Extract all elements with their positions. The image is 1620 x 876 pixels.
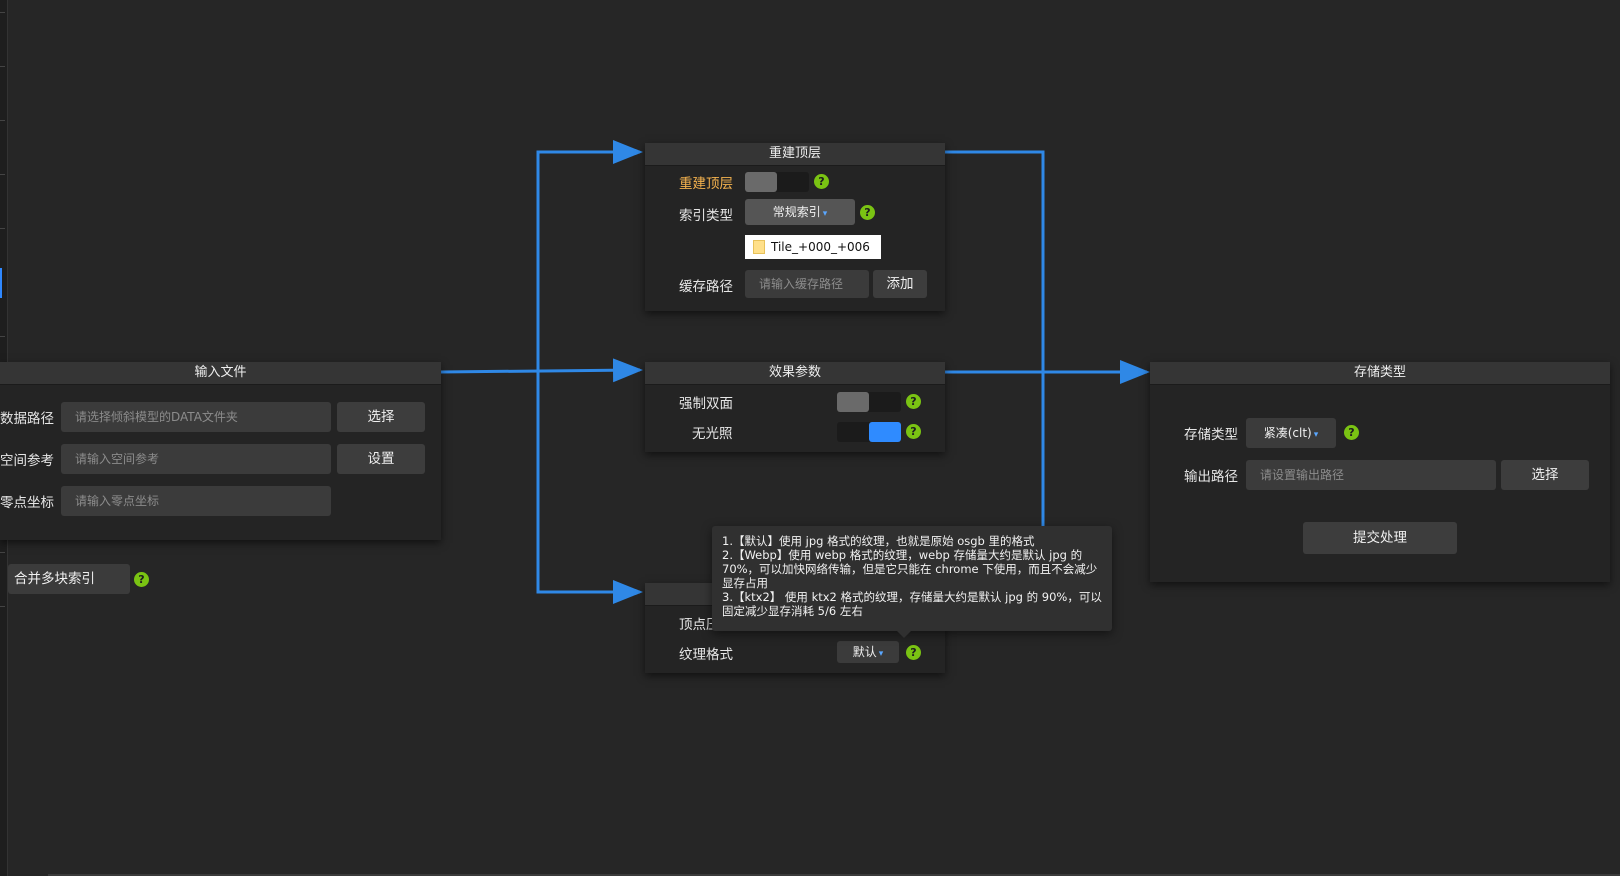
rebuild-top-label: 重建顶层 (679, 176, 733, 192)
toolbar-divider (0, 552, 5, 553)
chevron-down-icon: ▾ (822, 209, 828, 219)
cache-path-input[interactable]: 请输入缓存路径 (745, 270, 869, 298)
output-path-input[interactable]: 请设置输出路径 (1246, 460, 1496, 490)
help-icon[interactable]: ? (906, 645, 921, 660)
toggle-knob (869, 422, 901, 442)
data-path-label: 数据路径 (0, 411, 54, 427)
index-type-select[interactable]: 常规索引 ▾ (745, 199, 855, 225)
merge-multi-index-toggle[interactable]: 合并多块索引 (8, 564, 130, 594)
help-icon[interactable]: ? (134, 572, 149, 587)
toggle-knob (837, 392, 869, 412)
spatial-ref-input[interactable]: 请输入空间参考 (61, 444, 331, 474)
select-data-button[interactable]: 选择 (337, 402, 425, 432)
merge-label: 合并多块索引 (14, 571, 95, 587)
tooltip-line-3: 3.【ktx2】 使用 ktx2 格式的纹理，存储量大约是默认 jpg 的 90… (722, 590, 1102, 618)
double-side-toggle[interactable] (837, 392, 901, 412)
chevron-down-icon: ▾ (878, 649, 884, 659)
tooltip-arrow (897, 631, 911, 638)
toolbar-divider (0, 12, 5, 13)
texture-format-tooltip: 1.【默认】使用 jpg 格式的纹理，也就是原始 osgb 里的格式 2.【We… (712, 526, 1112, 638)
help-icon[interactable]: ? (906, 394, 921, 409)
link-rebuild-out (945, 150, 1045, 372)
chevron-down-icon: ▾ (1313, 430, 1319, 440)
storage-type-select[interactable]: 紧凑(clt) ▾ (1246, 418, 1336, 448)
node-title: 输入文件 (0, 362, 441, 385)
no-light-toggle[interactable] (837, 422, 901, 442)
texture-format-select[interactable]: 默认 ▾ (837, 641, 899, 663)
zero-point-label: 零点坐标 (0, 495, 54, 511)
data-path-input[interactable]: 请选择倾斜模型的DATA文件夹 (61, 402, 331, 432)
folder-icon (753, 240, 765, 254)
toolbar-divider (0, 606, 5, 607)
cache-path-label: 缓存路径 (679, 279, 733, 295)
double-side-label: 强制双面 (679, 396, 733, 412)
index-type-label: 索引类型 (679, 208, 733, 224)
output-path-label: 输出路径 (1184, 469, 1238, 485)
submit-button[interactable]: 提交处理 (1303, 522, 1457, 554)
rebuild-top-toggle[interactable] (745, 172, 809, 192)
node-title: 重建顶层 (645, 143, 945, 166)
rebuild-top-node: 重建顶层 重建顶层 ? 索引类型 常规索引 ▾ ? Tile_+000_+006 … (645, 143, 945, 311)
tooltip-line-1: 1.【默认】使用 jpg 格式的纹理，也就是原始 osgb 里的格式 (722, 534, 1035, 548)
tile-list-item[interactable]: Tile_+000_+006 (745, 235, 881, 259)
help-icon[interactable]: ? (1344, 425, 1359, 440)
link-input-to-rebuild (536, 140, 643, 372)
toolbar-divider (0, 66, 5, 67)
zero-point-input[interactable]: 请输入零点坐标 (61, 486, 331, 516)
tooltip-line-2: 2.【Webp】使用 webp 格式的纹理，webp 存储量大约是默认 jpg … (722, 548, 1098, 590)
link-input-to-effect (439, 358, 643, 383)
help-icon[interactable]: ? (814, 174, 829, 189)
toolbar-divider (0, 228, 5, 229)
input-file-node: 输入文件 数据路径 请选择倾斜模型的DATA文件夹 选择 空间参考 请输入空间参… (0, 362, 441, 540)
effect-params-node: 效果参数 强制双面 ? 无光照 ? (645, 362, 945, 452)
toolbar-active-indicator (0, 268, 2, 298)
toggle-knob (745, 172, 777, 192)
index-type-value: 常规索引 (772, 205, 821, 219)
toolbar-divider (0, 174, 5, 175)
storage-type-label: 存储类型 (1184, 427, 1238, 443)
tile-name: Tile_+000_+006 (771, 240, 870, 254)
texture-format-label: 纹理格式 (679, 647, 733, 663)
link-input-to-texture (536, 372, 643, 604)
texture-format-value: 默认 (852, 645, 877, 659)
help-icon[interactable]: ? (906, 424, 921, 439)
add-cache-button[interactable]: 添加 (873, 270, 927, 298)
help-icon[interactable]: ? (860, 205, 875, 220)
spatial-ref-label: 空间参考 (0, 453, 54, 469)
node-title: 存储类型 (1150, 362, 1610, 385)
set-spatial-ref-button[interactable]: 设置 (337, 444, 425, 474)
toolbar-divider (0, 120, 5, 121)
no-light-label: 无光照 (692, 426, 733, 442)
node-title: 效果参数 (645, 362, 945, 385)
toolbar-divider (0, 336, 5, 337)
storage-type-node: 存储类型 存储类型 紧凑(clt) ▾ ? 输出路径 请设置输出路径 选择 提交处… (1150, 362, 1610, 582)
storage-type-value: 紧凑(clt) (1263, 426, 1312, 440)
select-output-button[interactable]: 选择 (1501, 460, 1589, 490)
